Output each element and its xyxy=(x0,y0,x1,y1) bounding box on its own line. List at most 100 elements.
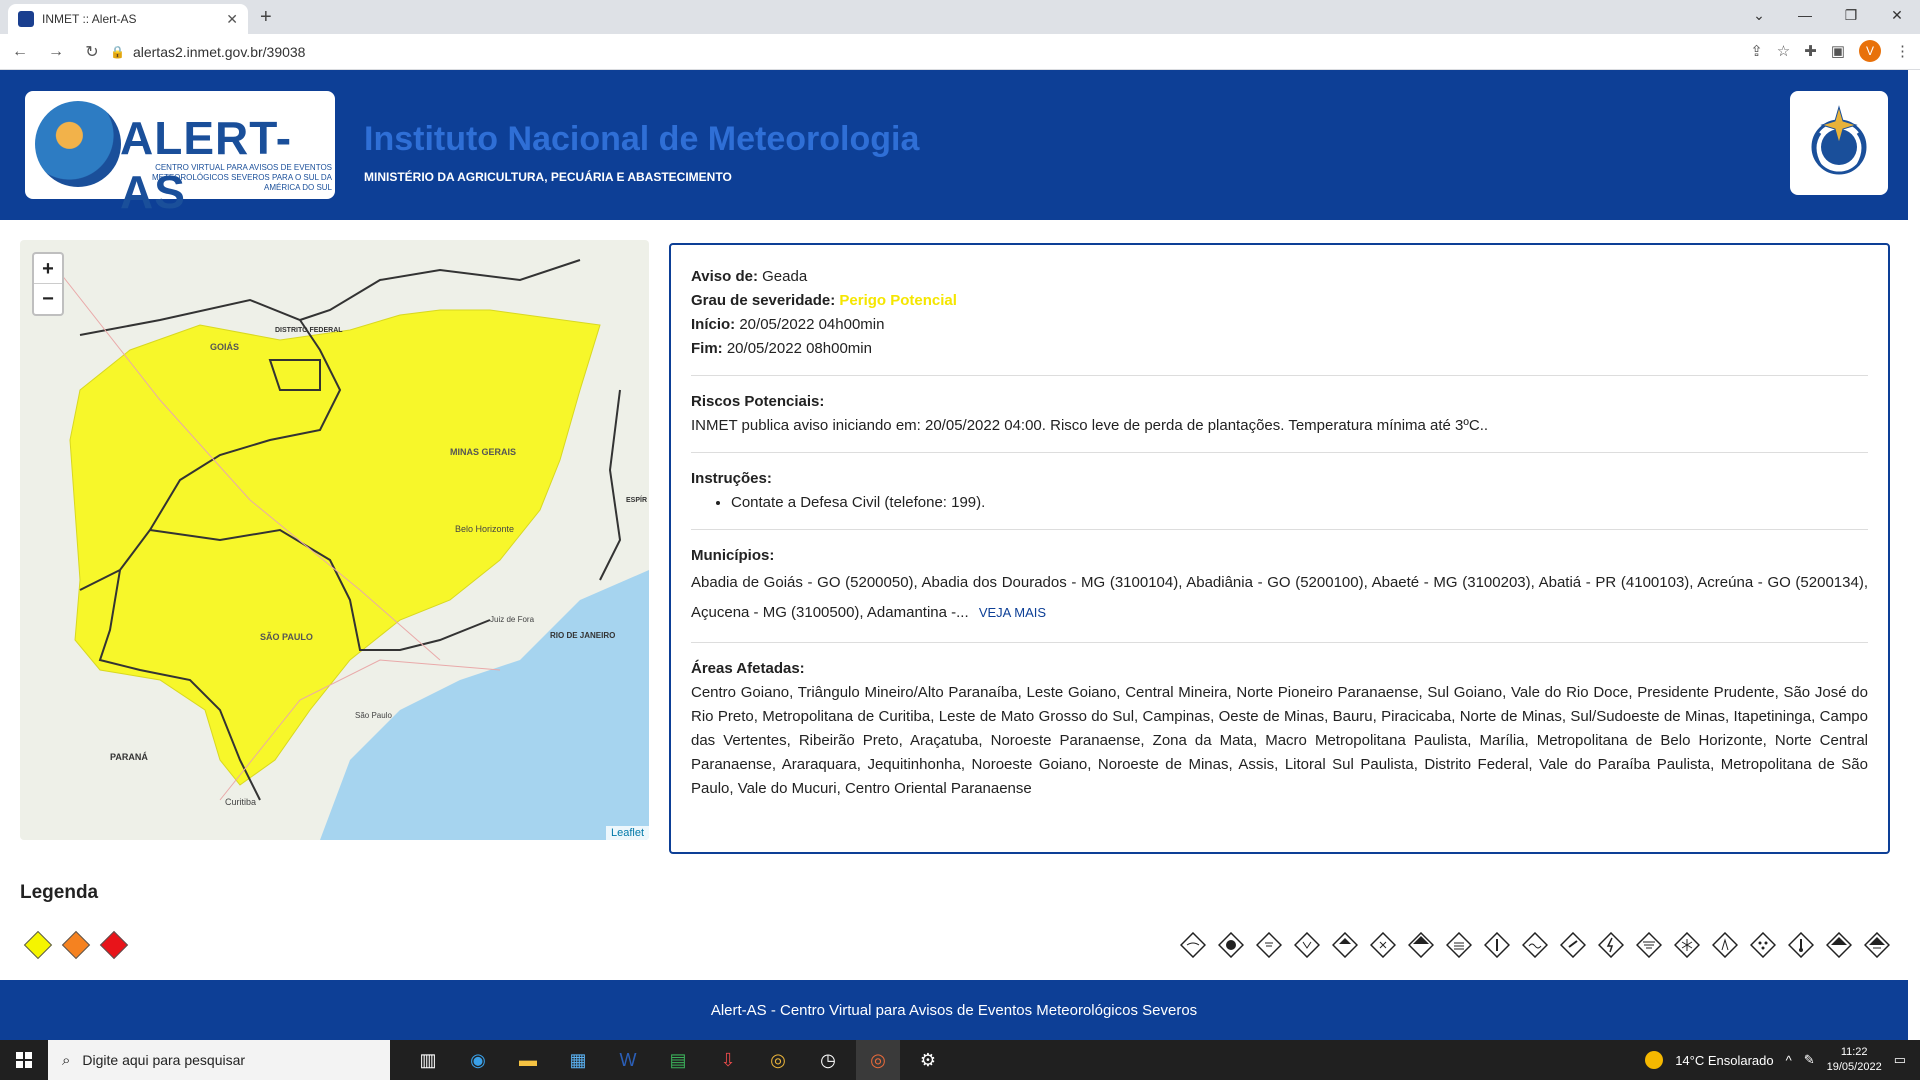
alert-as-logo[interactable]: ALERT-AS CENTRO VIRTUAL PARA AVISOS DE E… xyxy=(25,91,335,218)
address-bar[interactable]: 🔒 alertas2.inmet.gov.br/39038 xyxy=(110,38,1730,66)
hail-hazard-icon xyxy=(1294,932,1320,958)
settings-gear-icon[interactable]: ⚙ xyxy=(906,1040,950,1080)
profile-avatar[interactable]: V xyxy=(1859,40,1881,62)
heavy-rain-hazard-icon xyxy=(1332,932,1358,958)
lock-icon[interactable]: 🔒 xyxy=(110,45,125,59)
toolbar-icons: ⇪ ☆ ✚ ▣ V ⋮ xyxy=(1750,40,1910,62)
label-mg: MINAS GERAIS xyxy=(450,447,516,457)
tray-chevron-icon[interactable]: ^ xyxy=(1786,1053,1792,1068)
site-footer: Alert-AS - Centro Virtual para Avisos de… xyxy=(0,980,1908,1040)
site-favicon-icon xyxy=(18,11,34,27)
low-temperature-hazard-icon xyxy=(1788,932,1814,958)
menu-kebab-icon[interactable]: ⋮ xyxy=(1895,42,1910,60)
search-icon: ⌕ xyxy=(62,1051,71,1069)
extensions-icon[interactable]: ✚ xyxy=(1804,42,1817,60)
fog-hazard-icon xyxy=(1446,932,1472,958)
label-sp: SÃO PAULO xyxy=(260,632,313,642)
label-rj: RIO DE JANEIRO xyxy=(550,631,615,640)
close-tab-icon[interactable]: ✕ xyxy=(226,11,238,28)
institute-title: Instituto Nacional de Meteorologia xyxy=(364,120,920,158)
share-icon[interactable]: ⇪ xyxy=(1750,42,1763,60)
frost-hazard-icon xyxy=(1750,932,1776,958)
globe-logo-icon xyxy=(35,101,121,187)
instrucoes-list: Contate a Defesa Civil (telefone: 199). xyxy=(731,491,1868,515)
bookmark-star-icon[interactable]: ☆ xyxy=(1777,42,1790,60)
project-icon[interactable]: ▤ xyxy=(656,1040,700,1080)
zoom-in-button[interactable]: + xyxy=(34,254,62,284)
zoom-out-button[interactable]: − xyxy=(34,284,62,314)
municipios-list: Abadia de Goiás - GO (5200050), Abadia d… xyxy=(691,568,1868,628)
weather-text[interactable]: 14°C Ensolarado xyxy=(1675,1053,1773,1068)
alert-details-panel: Aviso de: Geada Grau de severidade: Peri… xyxy=(669,243,1890,854)
coastal-hazard-icon xyxy=(1522,932,1548,958)
back-arrow-icon[interactable]: ← xyxy=(4,43,36,61)
label-df: DISTRITO FEDERAL xyxy=(275,327,343,334)
label-es: ESPÍR SANT xyxy=(626,495,649,504)
zoom-control: + − xyxy=(32,252,64,316)
chrome-active-icon[interactable]: ◎ xyxy=(856,1040,900,1080)
inicio-value: 20/05/2022 04h00min xyxy=(739,316,885,333)
word-icon[interactable]: W xyxy=(606,1040,650,1080)
clock-app-icon[interactable]: ◷ xyxy=(806,1040,850,1080)
snow-hazard-icon xyxy=(1370,932,1396,958)
inicio-row: Início: 20/05/2022 04h00min xyxy=(691,313,1868,337)
ice-hazard-icon xyxy=(1674,932,1700,958)
site-header: ALERT-AS CENTRO VIRTUAL PARA AVISOS DE E… xyxy=(0,70,1908,220)
divider xyxy=(691,642,1868,643)
fim-row: Fim: 20/05/2022 08h00min xyxy=(691,337,1868,361)
restore-icon[interactable]: ❐ xyxy=(1828,0,1874,34)
chrome-icon[interactable]: ◎ xyxy=(756,1040,800,1080)
minimize-icon[interactable]: — xyxy=(1782,0,1828,34)
map-canvas[interactable]: GOIÁS DISTRITO FEDERAL MINAS GERAIS SÃO … xyxy=(20,240,649,840)
forward-arrow-icon[interactable]: → xyxy=(40,43,72,61)
veja-mais-link[interactable]: VEJA MAIS xyxy=(979,605,1046,620)
label-goias: GOIÁS xyxy=(210,342,239,352)
aviso-label: Aviso de: xyxy=(691,268,758,285)
clock-time: 11:22 xyxy=(1840,1046,1868,1058)
label-pr: PARANÁ xyxy=(110,752,148,762)
legend-orange-diamond xyxy=(61,930,91,960)
store-icon[interactable]: ▦ xyxy=(556,1040,600,1080)
hazard-legend-icons xyxy=(1180,932,1890,958)
close-window-icon[interactable]: ✕ xyxy=(1874,0,1920,34)
clock[interactable]: 11:22 19/05/2022 xyxy=(1827,1045,1882,1075)
municipios-title: Municípios: xyxy=(691,547,775,564)
fim-value: 20/05/2022 08h00min xyxy=(726,340,872,357)
label-saopaulo: São Paulo xyxy=(355,711,392,720)
file-explorer-icon[interactable]: ▬ xyxy=(506,1040,550,1080)
dust-hazard-icon xyxy=(1560,932,1586,958)
fim-label: Fim: xyxy=(691,340,723,357)
task-view-icon[interactable]: ▥ xyxy=(406,1040,450,1080)
grau-label: Grau de severidade: xyxy=(691,292,836,309)
new-tab-icon[interactable]: + xyxy=(260,6,272,29)
areas-text: Centro Goiano, Triângulo Mineiro/Alto Pa… xyxy=(691,684,1868,797)
browser-tab[interactable]: INMET :: Alert-AS ✕ xyxy=(8,4,248,34)
alert-map[interactable]: GOIÁS DISTRITO FEDERAL MINAS GERAIS SÃO … xyxy=(20,240,649,840)
aviso-row: Aviso de: Geada xyxy=(691,265,1868,289)
label-juizdefora: Juiz de Fora xyxy=(490,615,535,624)
label-curitiba: Curitiba xyxy=(225,797,256,807)
sidebar-icon[interactable]: ▣ xyxy=(1831,42,1845,60)
divider xyxy=(691,375,1868,376)
heat-hazard-icon xyxy=(1484,932,1510,958)
pen-icon[interactable]: ✎ xyxy=(1804,1052,1815,1068)
taskbar-search-box[interactable]: ⌕ Digite aqui para pesquisar xyxy=(48,1040,390,1080)
storm-hazard-icon xyxy=(1218,932,1244,958)
search-placeholder: Digite aqui para pesquisar xyxy=(82,1052,246,1068)
inicio-label: Início: xyxy=(691,316,736,333)
weather-sun-icon[interactable] xyxy=(1645,1051,1664,1069)
notifications-icon[interactable]: ▭ xyxy=(1894,1052,1906,1068)
reload-icon[interactable]: ↻ xyxy=(76,42,108,62)
logo-subtitle: CENTRO VIRTUAL PARA AVISOS DE EVENTOS ME… xyxy=(151,163,332,192)
tornado-hazard-icon xyxy=(1636,932,1662,958)
download-icon[interactable]: ⇩ xyxy=(706,1040,750,1080)
leaflet-attribution-link[interactable]: Leaflet xyxy=(605,826,649,840)
state-border xyxy=(599,389,622,581)
tab-search-icon[interactable]: ⌄ xyxy=(1736,0,1782,34)
windows-start-button[interactable] xyxy=(0,1040,48,1080)
legend-title: Legenda xyxy=(20,882,99,903)
legend-severity-colors xyxy=(23,930,129,960)
url-text[interactable]: alertas2.inmet.gov.br/39038 xyxy=(133,44,306,60)
edge-icon[interactable]: ◉ xyxy=(456,1040,500,1080)
wildfire-hazard-icon xyxy=(1864,932,1890,958)
